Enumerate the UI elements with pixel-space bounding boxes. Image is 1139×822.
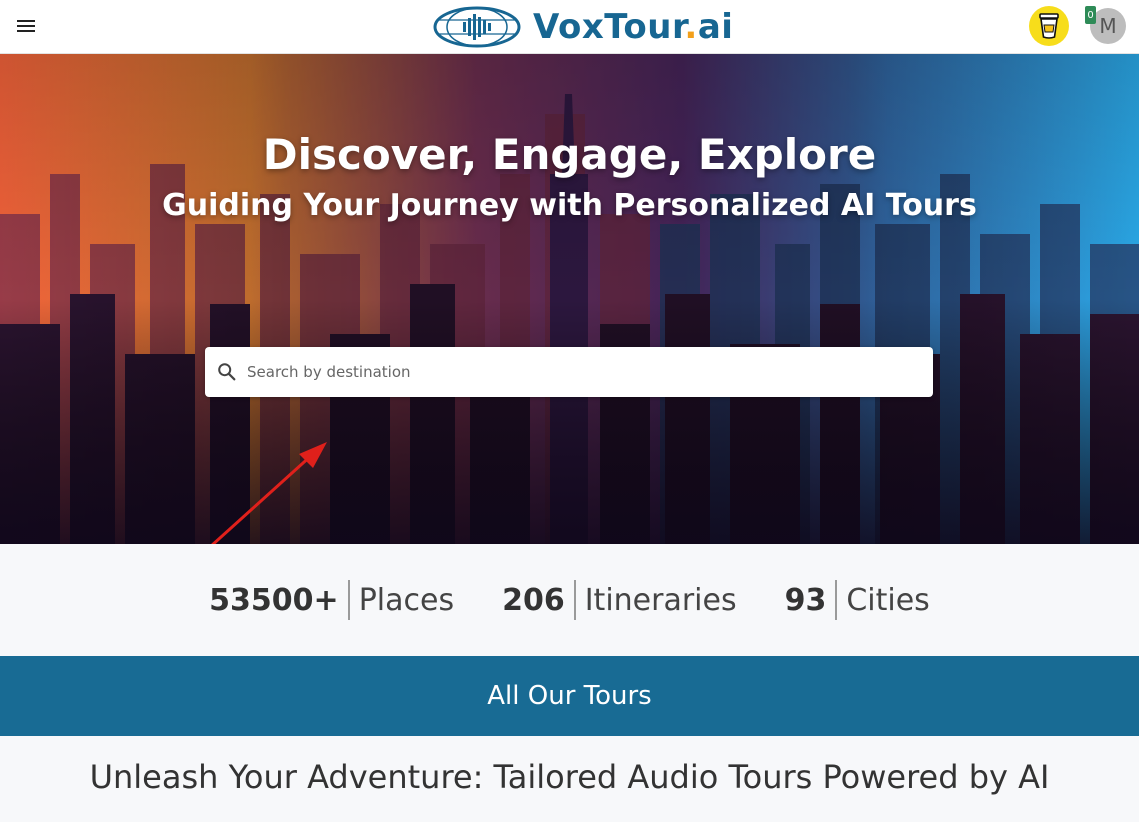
top-header: VoxTour.ai 0 M (0, 0, 1139, 54)
stat-number: 206 (502, 582, 565, 618)
buy-me-a-coffee-icon[interactable] (1029, 6, 1069, 46)
stat-places: 53500+ Places (209, 580, 454, 620)
all-tours-link[interactable]: All Our Tours (0, 656, 1139, 736)
notification-badge: 0 (1085, 6, 1096, 24)
hero-subtitle: Guiding Your Journey with Personalized A… (162, 188, 977, 223)
city-skyline-background (0, 54, 1139, 544)
logo-wordmark: VoxTour.ai (533, 7, 733, 47)
search-input[interactable] (247, 363, 907, 381)
coffee-cup-icon (1039, 13, 1059, 39)
stat-cities: 93 Cities (785, 580, 930, 620)
hamburger-menu-icon[interactable] (14, 14, 40, 40)
site-stats: 53500+ Places 206 Itineraries 93 Cities (0, 544, 1139, 656)
stat-label: Cities (846, 582, 930, 618)
red-annotation-arrow (211, 442, 327, 544)
all-tours-label: All Our Tours (487, 681, 652, 711)
logo-text-suffix: ai (697, 7, 734, 47)
search-icon (218, 363, 236, 381)
stat-label: Places (358, 582, 455, 618)
stat-label: Itineraries (584, 582, 737, 618)
voxtour-logo[interactable]: VoxTour.ai (433, 4, 733, 50)
globe-logo-icon (433, 6, 521, 48)
stat-itineraries: 206 Itineraries (502, 580, 737, 620)
section-heading: Unleash Your Adventure: Tailored Audio T… (89, 758, 1050, 796)
hero-section: Discover, Engage, Explore Guiding Your J… (0, 54, 1139, 544)
hero-title: Discover, Engage, Explore (262, 130, 877, 179)
logo-text-main: VoxTour (533, 7, 685, 47)
destination-search-bar[interactable] (205, 347, 933, 397)
stat-number: 93 (784, 582, 827, 618)
logo-text-dot: . (684, 7, 698, 47)
stat-number: 53500+ (209, 582, 339, 618)
